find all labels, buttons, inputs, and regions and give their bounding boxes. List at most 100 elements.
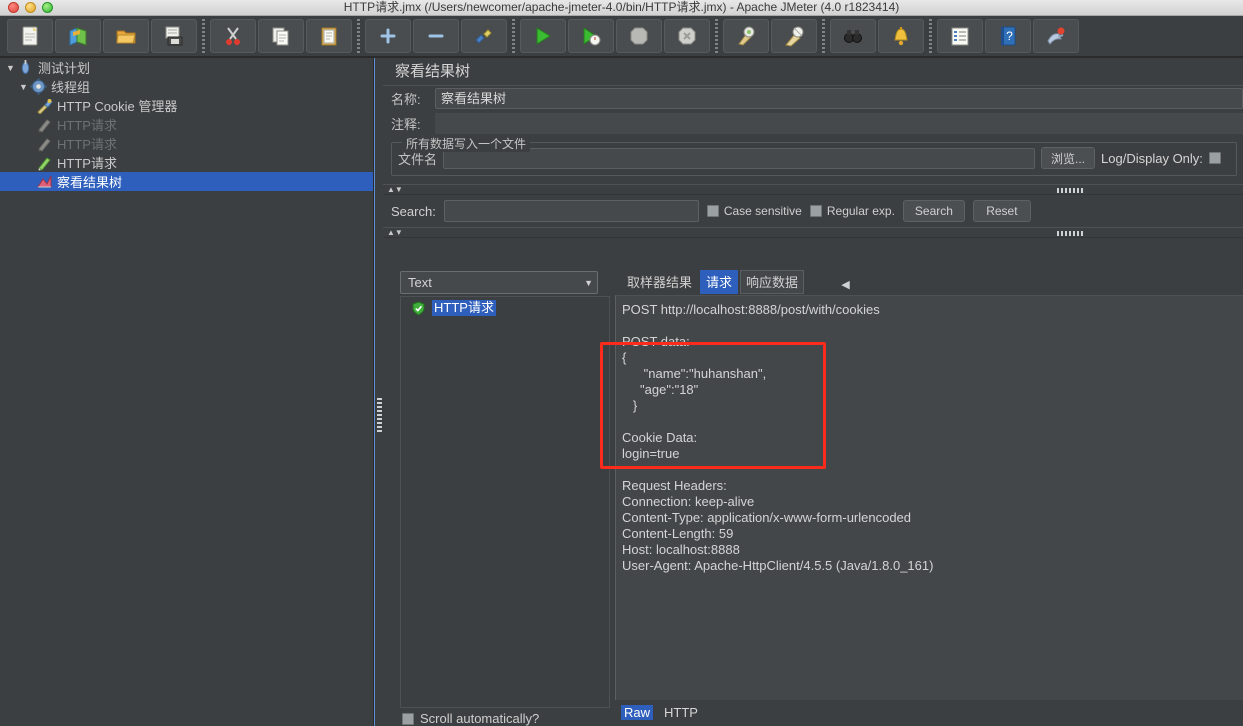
- scroll-automatically-option[interactable]: Scroll automatically?: [402, 711, 539, 726]
- tree-item-thread-group[interactable]: ▼ 线程组: [0, 77, 373, 96]
- horizontal-split-divider[interactable]: [374, 58, 383, 726]
- open-button[interactable]: [103, 19, 149, 53]
- search-button[interactable]: [830, 19, 876, 53]
- tree-item-cookie-manager[interactable]: HTTP Cookie 管理器: [0, 96, 373, 115]
- test-plan-tree[interactable]: ▼ 测试计划 ▼ 线程组 HTTP Cookie 管理器 HTTP请求 HTTP…: [0, 58, 374, 726]
- tree-item-label: HTTP请求: [57, 156, 117, 171]
- toolbar-separator: [929, 19, 932, 53]
- http-request-icon: [38, 119, 51, 133]
- copy-button[interactable]: [258, 19, 304, 53]
- expand-button[interactable]: [365, 19, 411, 53]
- name-input[interactable]: 察看结果树: [435, 88, 1243, 109]
- start-button[interactable]: [520, 19, 566, 53]
- toggle-button[interactable]: [461, 19, 507, 53]
- undo-button[interactable]: [1033, 19, 1079, 53]
- cookie-manager-icon: [37, 99, 53, 114]
- render-format-value: Text: [408, 275, 432, 290]
- shutdown-button[interactable]: [664, 19, 710, 53]
- split-grip[interactable]: [1057, 231, 1083, 236]
- sampler-list-panel: Text ▼ HTTP请求 Scroll automatically?: [400, 271, 610, 726]
- page-title: 察看结果树: [383, 58, 1243, 86]
- thread-group-icon: [30, 78, 47, 95]
- chevron-down-icon[interactable]: ▼: [584, 278, 593, 288]
- tab-sampler-result[interactable]: 取样器结果: [621, 270, 698, 294]
- view-mode-raw[interactable]: Raw: [621, 705, 654, 720]
- http-request-icon: [38, 138, 51, 152]
- paste-button[interactable]: [306, 19, 352, 53]
- scroll-automatically-checkbox[interactable]: [402, 712, 414, 725]
- search-reset-button[interactable]: Reset: [972, 200, 1031, 222]
- comment-label: 注释:: [391, 117, 421, 132]
- sampler-result-list[interactable]: HTTP请求: [400, 296, 610, 708]
- templates-button[interactable]: [55, 19, 101, 53]
- help-button[interactable]: ?: [985, 19, 1031, 53]
- search-input[interactable]: [443, 200, 699, 222]
- tree-item-label: HTTP请求: [57, 118, 117, 133]
- write-all-data-group: 所有数据写入一个文件 文件名 浏览... Log/Display Only:: [391, 135, 1237, 176]
- tree-item-view-results-tree[interactable]: 察看结果树: [0, 172, 373, 191]
- case-sensitive-option[interactable]: Case sensitive: [706, 204, 802, 218]
- filename-input[interactable]: [443, 147, 1036, 169]
- tree-item-http-request-disabled-1[interactable]: HTTP请求: [0, 115, 373, 134]
- window-title: HTTP请求.jmx (/Users/newcomer/apache-jmete…: [343, 0, 900, 14]
- lower-split-bar[interactable]: ▲▼: [383, 227, 1243, 238]
- view-mode-http[interactable]: HTTP: [661, 705, 701, 720]
- jmeter-window: HTTP请求.jmx (/Users/newcomer/apache-jmete…: [0, 0, 1243, 726]
- split-grip[interactable]: [1057, 188, 1083, 193]
- test-plan-icon: [21, 60, 30, 74]
- tree-item-http-request-disabled-2[interactable]: HTTP请求: [0, 134, 373, 153]
- log-display-only-checkbox[interactable]: [1208, 152, 1221, 164]
- tree-item-label: 测试计划: [38, 61, 91, 76]
- chevron-down-icon[interactable]: ▼: [4, 58, 17, 77]
- result-detail-panel: ◀ 取样器结果 请求 响应数据 POST http://localhost:88…: [615, 270, 1243, 726]
- toolbar-separator: [512, 19, 515, 53]
- split-collapse-arrows-icon[interactable]: ▲▼: [383, 185, 403, 194]
- cut-button[interactable]: [210, 19, 256, 53]
- search-label: Search:: [391, 203, 436, 219]
- clear-all-button[interactable]: [771, 19, 817, 53]
- split-grip[interactable]: [377, 398, 382, 432]
- collapse-button[interactable]: [413, 19, 459, 53]
- regular-exp-option[interactable]: Regular exp.: [809, 204, 895, 218]
- function-helper-button[interactable]: [937, 19, 983, 53]
- tab-request[interactable]: 请求: [700, 270, 739, 294]
- request-content: POST http://localhost:8888/post/with/coo…: [615, 295, 1243, 700]
- sampler-item-label: HTTP请求: [432, 300, 496, 316]
- search-reset-button[interactable]: [878, 19, 924, 53]
- toolbar-separator: [822, 19, 825, 53]
- case-sensitive-label: Case sensitive: [723, 204, 802, 218]
- split-collapse-arrows-icon[interactable]: ▲▼: [383, 228, 403, 237]
- group-legend: 所有数据写入一个文件: [402, 135, 531, 152]
- results-area: Text ▼ HTTP请求 Scroll automatically? ◀ 取样…: [383, 270, 1243, 726]
- title-bar: HTTP请求.jmx (/Users/newcomer/apache-jmete…: [0, 0, 1243, 16]
- save-button[interactable]: [151, 19, 197, 53]
- clear-button[interactable]: [723, 19, 769, 53]
- green-shield-success-icon: [412, 300, 425, 316]
- tree-item-label: 察看结果树: [57, 175, 123, 190]
- upper-split-bar[interactable]: ▲▼: [383, 184, 1243, 195]
- search-submit-button[interactable]: Search: [902, 200, 965, 222]
- comment-input[interactable]: [435, 113, 1243, 134]
- tree-item-label: HTTP Cookie 管理器: [57, 99, 178, 114]
- tree-item-label: 线程组: [51, 80, 91, 95]
- toolbar-separator: [202, 19, 205, 53]
- start-no-pauses-button[interactable]: [568, 19, 614, 53]
- render-format-combo[interactable]: Text ▼: [400, 271, 598, 294]
- list-item[interactable]: HTTP请求: [401, 299, 609, 317]
- tree-item-http-request-enabled[interactable]: HTTP请求: [0, 153, 373, 172]
- view-results-tree-icon: [37, 175, 52, 188]
- browse-button[interactable]: 浏览...: [1041, 147, 1096, 169]
- tab-response-data[interactable]: 响应数据: [740, 270, 805, 294]
- chevron-down-icon[interactable]: ▼: [17, 77, 30, 96]
- tree-item-test-plan[interactable]: ▼ 测试计划: [0, 58, 373, 77]
- http-request-icon: [38, 157, 51, 171]
- name-label: 名称:: [391, 92, 421, 107]
- tab-scroll-arrows-icon[interactable]: ◀: [841, 273, 850, 295]
- case-sensitive-checkbox[interactable]: [706, 205, 719, 217]
- comment-field-row: 注释:: [383, 111, 1243, 136]
- view-mode-group: Raw HTTP: [621, 705, 701, 720]
- new-button[interactable]: [7, 19, 53, 53]
- view-results-tree-panel: 察看结果树 名称: 察看结果树 注释: 所有数据写入一个文件 文件名 浏览...…: [383, 58, 1243, 726]
- regular-exp-checkbox[interactable]: [809, 205, 822, 217]
- stop-button[interactable]: [616, 19, 662, 53]
